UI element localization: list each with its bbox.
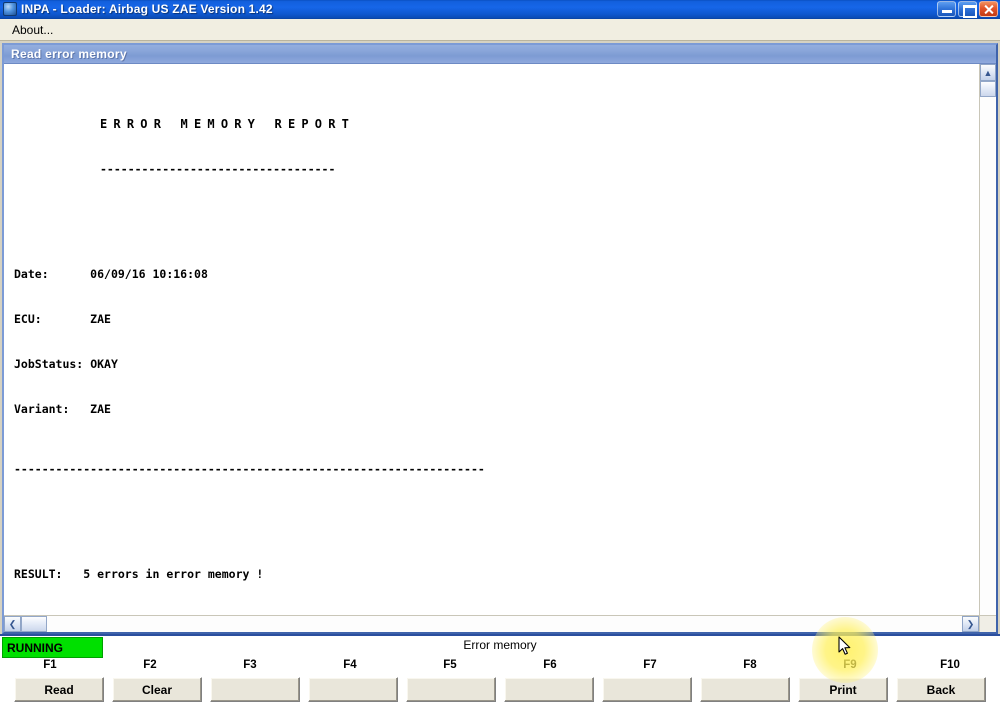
- minimize-icon[interactable]: [937, 1, 956, 17]
- function-key-bar: RUNNING Error memory F1 F2 F3 F4 F5 F6 F…: [0, 634, 1000, 713]
- back-button[interactable]: Back: [896, 677, 986, 702]
- field-value: ZAE: [90, 312, 111, 326]
- fn-label-f1: F1: [43, 659, 57, 671]
- report-field-jobstatus: JobStatus: OKAY: [14, 357, 979, 372]
- scroll-right-icon[interactable]: ❯: [962, 616, 979, 632]
- report-heading-rule: ----------------------------------: [100, 162, 336, 176]
- window-controls: [937, 1, 998, 18]
- error-memory-report: ERROR MEMORY REPORT --------------------…: [14, 72, 979, 615]
- fn-label-f10: F10: [940, 659, 960, 671]
- result-label: RESULT:: [14, 567, 63, 581]
- scrollbar-corner: [979, 615, 996, 632]
- fn-label-f2: F2: [143, 659, 157, 671]
- horizontal-scrollbar-track[interactable]: [47, 616, 962, 632]
- report-field-variant: Variant: ZAE: [14, 402, 979, 417]
- menubar: About...: [0, 19, 1000, 41]
- field-label: JobStatus:: [14, 357, 84, 371]
- inpa-application-window: INPA - Loader: Airbag US ZAE Version 1.4…: [0, 0, 1000, 713]
- fn-label-f4: F4: [343, 659, 357, 671]
- f7-button[interactable]: [602, 677, 692, 702]
- report-result: RESULT: 5 errors in error memory !: [14, 567, 979, 582]
- fn-label-f8: F8: [743, 659, 757, 671]
- status-center-label: Error memory: [463, 638, 537, 652]
- read-error-memory-window: Read error memory ERROR MEMORY REPORT --…: [2, 43, 998, 634]
- horizontal-scrollbar-thumb[interactable]: [21, 616, 47, 632]
- fn-label-f3: F3: [243, 659, 257, 671]
- vertical-scrollbar-track[interactable]: [980, 97, 996, 615]
- f4-button[interactable]: [308, 677, 398, 702]
- report-heading: ERROR MEMORY REPORT: [100, 117, 356, 131]
- fn-label-f7: F7: [643, 659, 657, 671]
- vertical-scrollbar-thumb[interactable]: [980, 81, 996, 97]
- f5-button[interactable]: [406, 677, 496, 702]
- close-icon[interactable]: [979, 1, 998, 17]
- window-titlebar: INPA - Loader: Airbag US ZAE Version 1.4…: [0, 0, 1000, 19]
- fn-label-f9: F9: [843, 659, 857, 671]
- function-buttons: Read Clear Print Back: [0, 677, 1000, 702]
- report-scroll-area[interactable]: ERROR MEMORY REPORT --------------------…: [4, 64, 979, 615]
- field-label: Date:: [14, 267, 49, 281]
- window-title: INPA - Loader: Airbag US ZAE Version 1.4…: [21, 2, 273, 16]
- status-row: RUNNING Error memory: [0, 636, 1000, 659]
- read-button[interactable]: Read: [14, 677, 104, 702]
- horizontal-scrollbar-row: ❮ ❯: [4, 615, 996, 632]
- mdi-titlebar: Read error memory: [4, 45, 996, 64]
- f6-button[interactable]: [504, 677, 594, 702]
- maximize-icon[interactable]: [958, 1, 977, 18]
- report-field-ecu: ECU: ZAE: [14, 312, 979, 327]
- result-value: 5 errors in error memory !: [83, 567, 264, 581]
- mdi-body: ERROR MEMORY REPORT --------------------…: [4, 64, 996, 615]
- scroll-up-icon[interactable]: ▲: [980, 64, 996, 81]
- field-value: 06/09/16 10:16:08: [90, 267, 208, 281]
- mdi-area: Read error memory ERROR MEMORY REPORT --…: [0, 41, 1000, 634]
- field-label: ECU:: [14, 312, 42, 326]
- clear-button[interactable]: Clear: [112, 677, 202, 702]
- f8-button[interactable]: [700, 677, 790, 702]
- field-label: Variant:: [14, 402, 70, 416]
- field-value: OKAY: [90, 357, 118, 371]
- scroll-left-icon[interactable]: ❮: [4, 616, 21, 632]
- print-button[interactable]: Print: [798, 677, 888, 702]
- f3-button[interactable]: [210, 677, 300, 702]
- fn-label-f6: F6: [543, 659, 557, 671]
- fn-label-f5: F5: [443, 659, 457, 671]
- report-field-date: Date: 06/09/16 10:16:08: [14, 267, 979, 282]
- horizontal-scrollbar[interactable]: ❮ ❯: [4, 615, 979, 632]
- report-rule: ----------------------------------------…: [14, 462, 485, 476]
- field-value: ZAE: [90, 402, 111, 416]
- mdi-title: Read error memory: [11, 47, 127, 61]
- report-rule: ----------------------------------------…: [14, 612, 979, 615]
- menu-item-about[interactable]: About...: [6, 21, 59, 39]
- app-icon: [3, 2, 17, 16]
- vertical-scrollbar[interactable]: ▲: [979, 64, 996, 615]
- function-key-labels: F1 F2 F3 F4 F5 F6 F7 F8 F9 F10: [0, 659, 1000, 677]
